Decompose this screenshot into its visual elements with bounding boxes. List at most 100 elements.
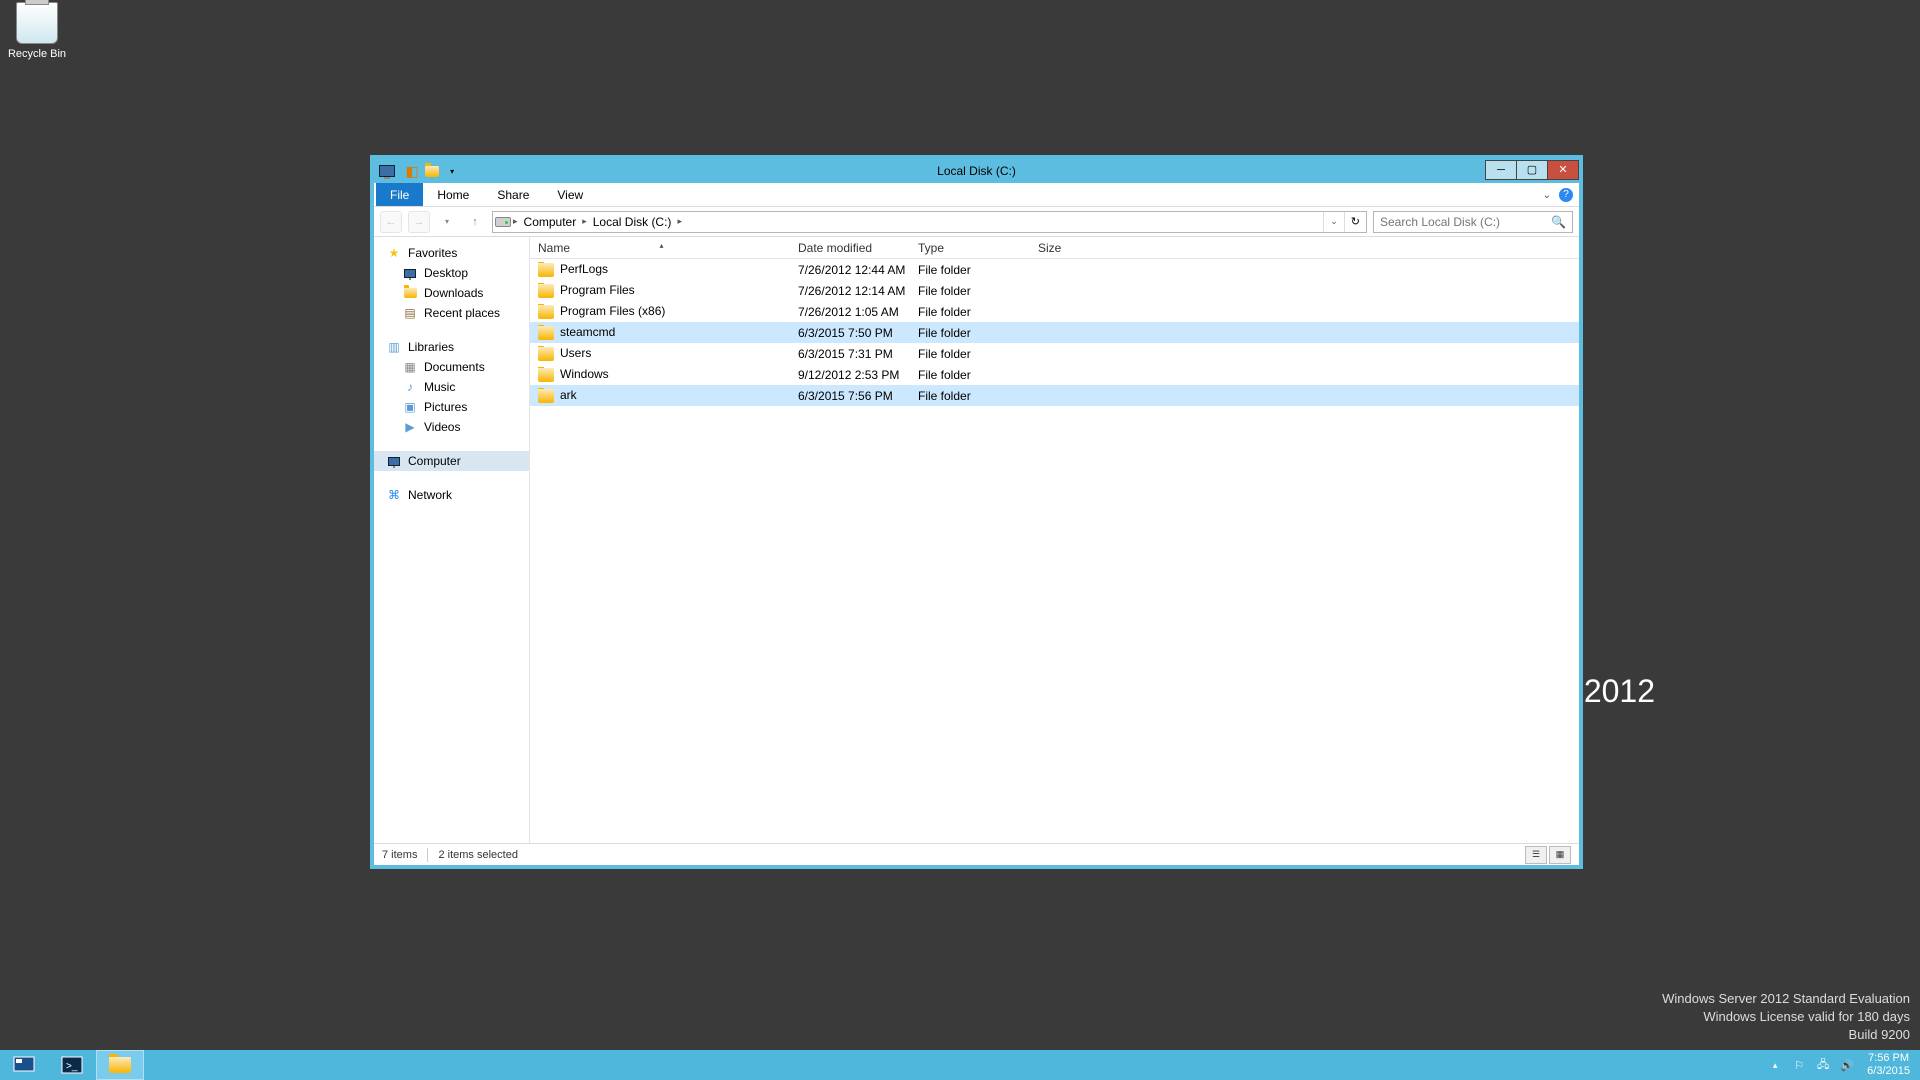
- tab-view[interactable]: View: [543, 183, 597, 206]
- taskbar-server-manager[interactable]: [0, 1050, 48, 1080]
- search-icon[interactable]: 🔍: [1545, 215, 1572, 229]
- status-bar: 7 items 2 items selected ☰ ▦: [374, 843, 1579, 865]
- nav-computer[interactable]: Computer: [374, 451, 529, 471]
- file-row[interactable]: Program Files7/26/2012 12:14 AMFile fold…: [530, 280, 1579, 301]
- nav-downloads[interactable]: Downloads: [374, 283, 529, 303]
- recycle-bin[interactable]: Recycle Bin: [0, 2, 74, 60]
- help-icon[interactable]: ?: [1559, 188, 1573, 202]
- file-type: File folder: [910, 263, 1030, 277]
- file-name: ark: [560, 388, 577, 402]
- recent-icon: ▤: [402, 305, 418, 321]
- file-type: File folder: [910, 389, 1030, 403]
- close-button[interactable]: ✕: [1547, 160, 1579, 180]
- search-input[interactable]: [1374, 215, 1545, 229]
- license-text: Windows Server 2012 Standard Evaluation …: [1662, 990, 1910, 1044]
- taskbar-explorer[interactable]: [96, 1050, 144, 1080]
- column-date[interactable]: Date modified: [790, 237, 910, 258]
- nav-documents[interactable]: ▦Documents: [374, 357, 529, 377]
- up-button[interactable]: ↑: [464, 211, 486, 233]
- window-title: Local Disk (C:): [374, 164, 1579, 178]
- file-date: 7/26/2012 12:14 AM: [790, 284, 910, 298]
- ribbon-tabs: File Home Share View ⌄ ?: [374, 183, 1579, 207]
- documents-icon: ▦: [402, 359, 418, 375]
- breadcrumb-drive[interactable]: Local Disk (C:): [589, 215, 676, 229]
- qat-properties-icon[interactable]: ◧: [403, 162, 421, 180]
- file-type: File folder: [910, 347, 1030, 361]
- back-button[interactable]: ←: [380, 211, 402, 233]
- file-list-pane: Name Date modified Type Size PerfLogs 7/2…: [530, 237, 1579, 843]
- minimize-button[interactable]: ─: [1485, 160, 1517, 180]
- system-menu-icon[interactable]: [378, 162, 396, 180]
- history-dropdown[interactable]: ▾: [436, 211, 458, 233]
- star-icon: ★: [386, 245, 402, 261]
- file-row[interactable]: PerfLogs 7/26/2012 12:44 AMFile folder: [530, 259, 1579, 280]
- file-date: 7/26/2012 12:44 AM: [790, 263, 910, 277]
- breadcrumb-computer[interactable]: Computer: [520, 215, 581, 229]
- taskbar-powershell[interactable]: >_: [48, 1050, 96, 1080]
- file-type: File folder: [910, 368, 1030, 382]
- file-row[interactable]: ark6/3/2015 7:56 PMFile folder: [530, 385, 1579, 406]
- file-date: 7/26/2012 1:05 AM: [790, 305, 910, 319]
- address-dropdown[interactable]: ⌄: [1323, 212, 1344, 232]
- folder-icon: [538, 326, 554, 340]
- nav-network[interactable]: ⌘Network: [374, 485, 529, 505]
- file-row[interactable]: Program Files (x86) 7/26/2012 1:05 AMFile…: [530, 301, 1579, 322]
- tab-file[interactable]: File: [376, 183, 423, 206]
- view-icons-button[interactable]: ▦: [1549, 846, 1571, 864]
- folder-icon: [538, 263, 554, 277]
- tray-flag-icon[interactable]: ⚐: [1790, 1056, 1808, 1074]
- column-headers: Name Date modified Type Size: [530, 237, 1579, 259]
- column-size[interactable]: Size: [1030, 237, 1110, 258]
- search-box[interactable]: 🔍: [1373, 211, 1573, 233]
- qat-customize-icon[interactable]: ▾: [443, 162, 461, 180]
- folder-icon: [538, 389, 554, 403]
- titlebar[interactable]: | ◧ ▾ Local Disk (C:) ─ ▢ ✕: [374, 159, 1579, 183]
- file-name: steamcmd: [560, 325, 615, 339]
- nav-recent[interactable]: ▤Recent places: [374, 303, 529, 323]
- nav-libraries[interactable]: ▥Libraries: [374, 337, 529, 357]
- breadcrumb-sep[interactable]: ▸: [675, 216, 684, 227]
- nav-pictures[interactable]: ▣Pictures: [374, 397, 529, 417]
- music-icon: ♪: [402, 379, 418, 395]
- address-bar[interactable]: ▸ Computer ▸ Local Disk (C:) ▸ ⌄ ↻: [492, 211, 1367, 233]
- nav-videos[interactable]: ▶Videos: [374, 417, 529, 437]
- svg-text:>_: >_: [66, 1061, 78, 1072]
- file-type: File folder: [910, 326, 1030, 340]
- recycle-bin-icon: [16, 2, 58, 44]
- drive-icon: [495, 214, 511, 230]
- file-row[interactable]: Windows9/12/2012 2:53 PMFile folder: [530, 364, 1579, 385]
- maximize-button[interactable]: ▢: [1516, 160, 1548, 180]
- ribbon-expand-icon[interactable]: ⌄: [1543, 190, 1551, 201]
- tray-show-hidden-icon[interactable]: ▴: [1766, 1056, 1784, 1074]
- tray-network-icon[interactable]: 🖧: [1814, 1056, 1832, 1074]
- tray-volume-icon[interactable]: 🔊: [1838, 1056, 1856, 1074]
- qat-newfolder-icon[interactable]: [423, 162, 441, 180]
- desktop-icon: [402, 265, 418, 281]
- file-name: Program Files: [560, 283, 635, 297]
- pictures-icon: ▣: [402, 399, 418, 415]
- file-name: Program Files (x86): [560, 304, 665, 318]
- folder-icon: [402, 285, 418, 301]
- file-name: PerfLogs: [560, 262, 608, 276]
- file-row[interactable]: steamcmd6/3/2015 7:50 PMFile folder: [530, 322, 1579, 343]
- folder-icon: [538, 368, 554, 382]
- tab-home[interactable]: Home: [423, 183, 483, 206]
- file-type: File folder: [910, 305, 1030, 319]
- view-details-button[interactable]: ☰: [1525, 846, 1547, 864]
- tray-clock[interactable]: 7:56 PM 6/3/2015: [1859, 1052, 1918, 1078]
- network-icon: ⌘: [386, 487, 402, 503]
- tab-share[interactable]: Share: [483, 183, 543, 206]
- forward-button[interactable]: →: [408, 211, 430, 233]
- folder-icon: [538, 305, 554, 319]
- breadcrumb-sep[interactable]: ▸: [580, 216, 589, 227]
- file-row[interactable]: Users6/3/2015 7:31 PMFile folder: [530, 343, 1579, 364]
- nav-favorites[interactable]: ★Favorites: [374, 243, 529, 263]
- column-name[interactable]: Name: [530, 237, 790, 258]
- nav-music[interactable]: ♪Music: [374, 377, 529, 397]
- file-date: 9/12/2012 2:53 PM: [790, 368, 910, 382]
- videos-icon: ▶: [402, 419, 418, 435]
- nav-desktop[interactable]: Desktop: [374, 263, 529, 283]
- breadcrumb-sep[interactable]: ▸: [511, 216, 520, 227]
- column-type[interactable]: Type: [910, 237, 1030, 258]
- refresh-button[interactable]: ↻: [1344, 212, 1366, 232]
